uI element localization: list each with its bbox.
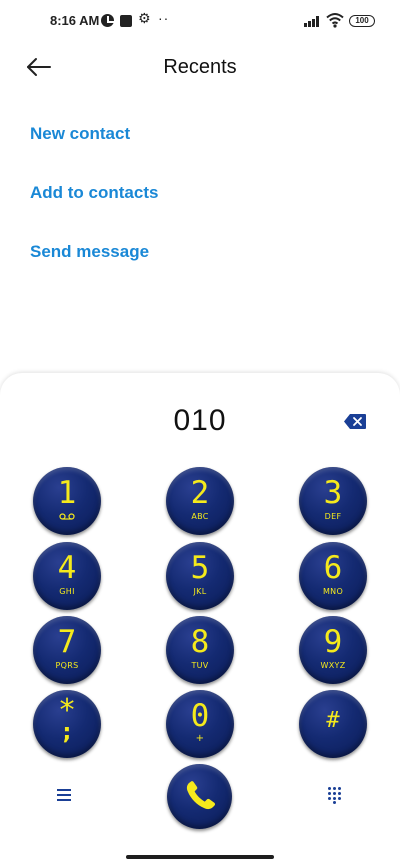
- send-message-link[interactable]: Send message: [30, 242, 149, 262]
- backspace-button[interactable]: [343, 413, 367, 430]
- wifi-icon: [326, 13, 344, 28]
- key-letters: JKL: [193, 587, 207, 596]
- dialed-number: 010: [173, 404, 227, 437]
- dial-key-0[interactable]: 0 +: [166, 690, 234, 758]
- key-digit: 7: [57, 624, 77, 660]
- voicemail-icon: [59, 513, 75, 520]
- new-contact-link[interactable]: New contact: [30, 124, 130, 144]
- dial-key-9[interactable]: 9 WXYZ: [299, 616, 367, 684]
- key-digit: 0: [190, 698, 210, 734]
- key-letters: MNO: [322, 587, 344, 596]
- gear-icon: ⚙: [138, 10, 151, 26]
- dial-key-2[interactable]: 2 ABC: [166, 467, 234, 535]
- key-letters: TUV: [191, 661, 209, 670]
- dial-key-hash[interactable]: #: [299, 690, 367, 758]
- key-letters: +: [195, 733, 205, 744]
- phone-icon: [186, 781, 216, 810]
- key-letters: WXYZ: [320, 661, 346, 670]
- key-digit: 3: [323, 475, 343, 511]
- key-letters: ABC: [191, 512, 209, 521]
- home-indicator[interactable]: [126, 855, 274, 859]
- square-icon: [120, 15, 132, 27]
- key-digit: #: [326, 708, 340, 733]
- key-digit: 9: [323, 624, 343, 660]
- dial-key-5[interactable]: 5 JKL: [166, 542, 234, 610]
- key-digit: 2: [190, 475, 210, 511]
- call-button[interactable]: [167, 764, 232, 829]
- dial-key-star[interactable]: * ;: [33, 690, 101, 758]
- clock-icon: [101, 14, 114, 27]
- keypad-toggle-icon[interactable]: [327, 786, 343, 804]
- key-digit: 4: [57, 550, 77, 586]
- key-letters: DEF: [324, 512, 342, 521]
- dial-key-6[interactable]: 6 MNO: [299, 542, 367, 610]
- more-dots: ··: [158, 10, 170, 26]
- backspace-icon: [344, 414, 366, 429]
- dial-key-4[interactable]: 4 GHI: [33, 542, 101, 610]
- add-to-contacts-link[interactable]: Add to contacts: [30, 183, 158, 203]
- signal-icon: [304, 15, 321, 27]
- page-title: Recents: [163, 56, 237, 78]
- status-time: 8:16 AM: [50, 13, 100, 28]
- dial-key-1[interactable]: 1: [33, 467, 101, 535]
- status-bar: 8:16 AM ⚙ ·· 100: [0, 0, 400, 44]
- key-letters: GHI: [59, 587, 75, 596]
- key-digit: 6: [323, 550, 343, 586]
- dial-key-7[interactable]: 7 PQRS: [33, 616, 101, 684]
- key-digit: 5: [190, 550, 210, 586]
- menu-icon[interactable]: [57, 788, 73, 802]
- key-digit: 1: [57, 475, 77, 511]
- key-letters: PQRS: [55, 661, 79, 670]
- key-letters: ;: [62, 720, 72, 745]
- key-digit: 8: [190, 624, 210, 660]
- dial-key-3[interactable]: 3 DEF: [299, 467, 367, 535]
- battery-icon: 100: [349, 15, 375, 27]
- dial-key-8[interactable]: 8 TUV: [166, 616, 234, 684]
